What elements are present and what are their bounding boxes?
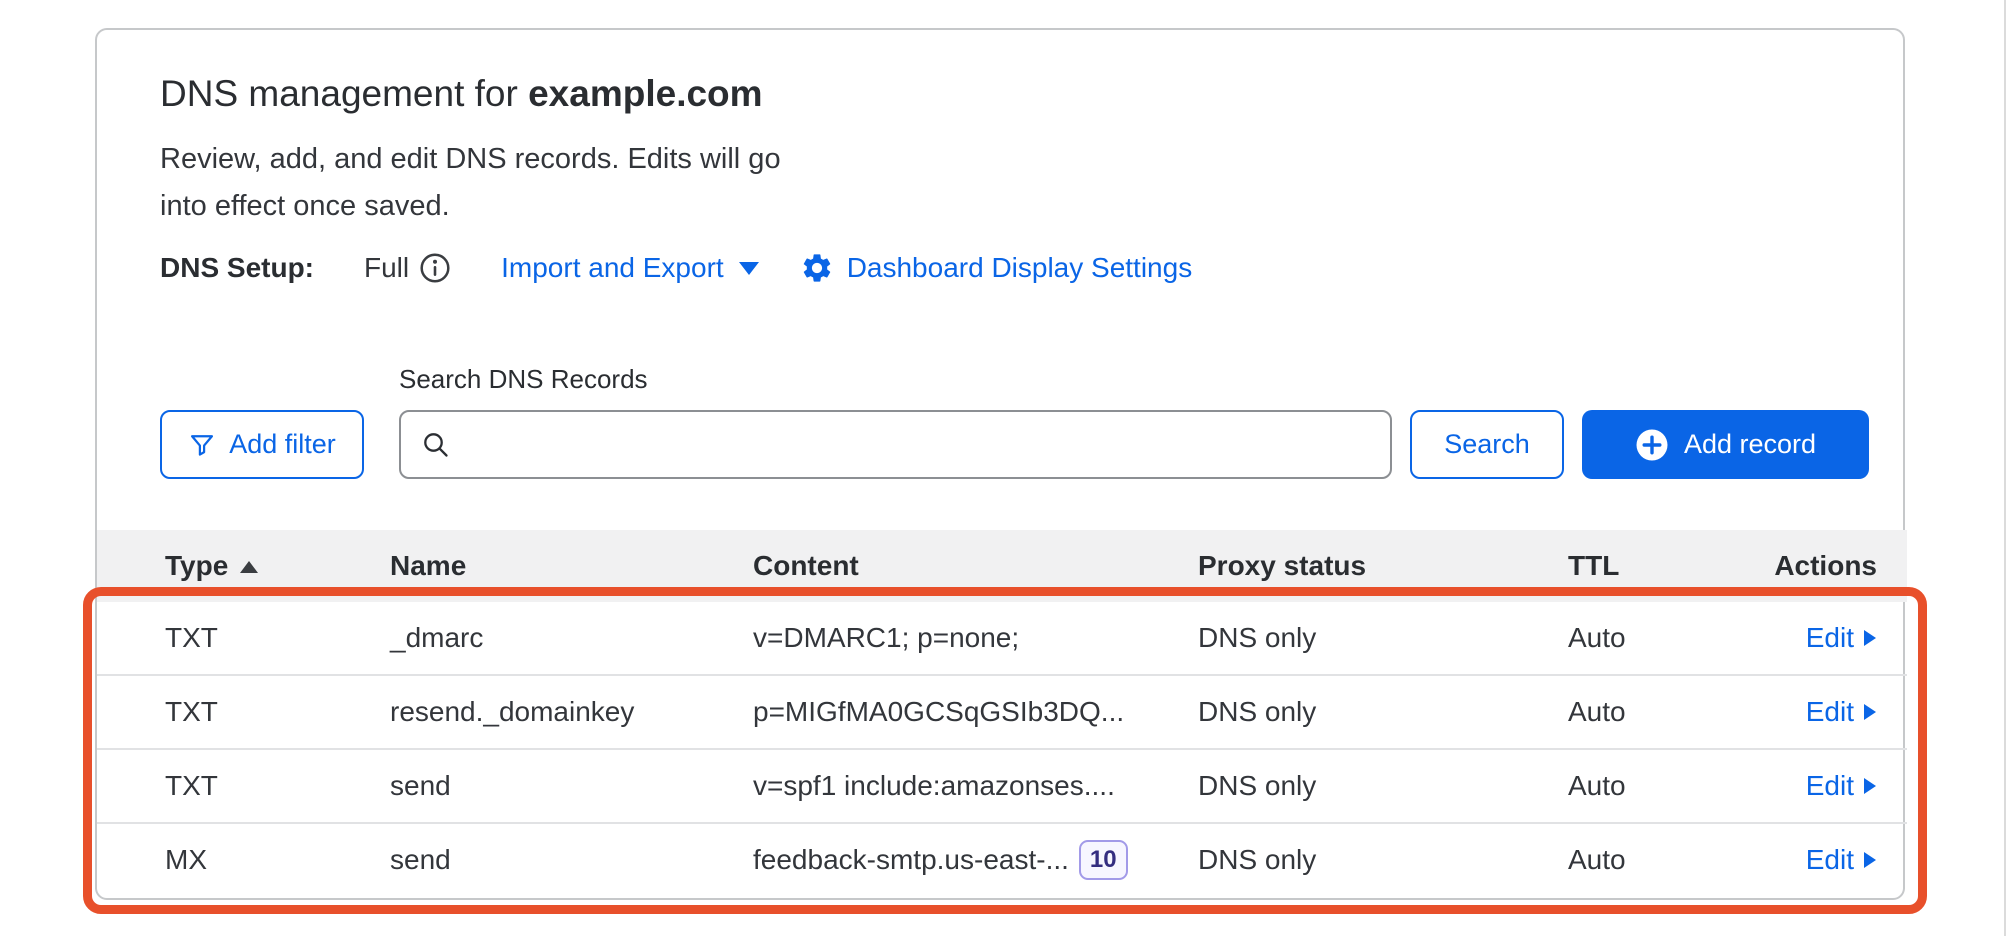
search-button-label: Search: [1444, 429, 1530, 460]
cell-type: TXT: [165, 602, 218, 674]
chevron-down-icon: [738, 261, 760, 276]
column-header-name: Name: [390, 530, 466, 602]
magnifier-icon: [421, 430, 451, 460]
arrowhead-right-icon: [1863, 629, 1877, 647]
column-header-ttl: TTL: [1568, 530, 1619, 602]
content-text: p=MIGfMA0GCSqGSIb3DQ...: [753, 676, 1124, 748]
add-record-button[interactable]: Add record: [1582, 410, 1869, 479]
sort-ascending-icon: [240, 561, 258, 573]
dns-setup-label: DNS Setup:: [160, 252, 314, 284]
dns-management-card: DNS management for example.com Review, a…: [95, 28, 1905, 900]
cell-name: _dmarc: [390, 602, 483, 674]
edit-record-link[interactable]: Edit: [1806, 622, 1877, 654]
cell-proxy-status: DNS only: [1198, 602, 1316, 674]
edit-label: Edit: [1806, 770, 1854, 802]
content-text: v=spf1 include:amazonses....: [753, 750, 1115, 822]
edit-label: Edit: [1806, 622, 1854, 654]
cell-proxy-status: DNS only: [1198, 750, 1316, 822]
cell-type: MX: [165, 824, 207, 896]
content-text: feedback-smtp.us-east-...: [753, 824, 1069, 896]
dns-setup-value: Full: [364, 252, 409, 284]
search-records-label: Search DNS Records: [399, 364, 648, 395]
edit-record-link[interactable]: Edit: [1806, 770, 1877, 802]
cell-proxy-status: DNS only: [1198, 824, 1316, 896]
edit-record-link[interactable]: Edit: [1806, 696, 1877, 728]
add-filter-label: Add filter: [229, 429, 336, 460]
page-subtitle: Review, add, and edit DNS records. Edits…: [160, 136, 832, 230]
add-filter-button[interactable]: Add filter: [160, 410, 364, 479]
priority-badge: 10: [1079, 840, 1128, 880]
table-row: TXT resend._domainkey p=MIGfMA0GCSqGSIb3…: [97, 676, 1907, 750]
cell-content: v=DMARC1; p=none;: [753, 602, 1019, 674]
cell-ttl: Auto: [1568, 676, 1626, 748]
arrowhead-right-icon: [1863, 851, 1877, 869]
import-export-button[interactable]: Import and Export: [501, 252, 760, 284]
info-circle-icon[interactable]: [419, 252, 451, 284]
cell-ttl: Auto: [1568, 750, 1626, 822]
content-text: v=DMARC1; p=none;: [753, 602, 1019, 674]
gear-icon: [800, 251, 834, 285]
table-row: TXT _dmarc v=DMARC1; p=none; DNS only Au…: [97, 602, 1907, 676]
cell-name: send: [390, 824, 451, 896]
search-input[interactable]: [465, 415, 1390, 474]
cell-content: p=MIGfMA0GCSqGSIb3DQ...: [753, 676, 1124, 748]
cell-type: TXT: [165, 676, 218, 748]
edit-record-link[interactable]: Edit: [1806, 844, 1877, 876]
page-edge-divider: [2004, 0, 2006, 936]
plus-circle-icon: [1635, 428, 1669, 462]
dashboard-display-settings-label: Dashboard Display Settings: [847, 252, 1193, 284]
edit-label: Edit: [1806, 696, 1854, 728]
table-header: Type Name Content Proxy status TTL Actio…: [97, 530, 1907, 602]
column-header-type[interactable]: Type: [165, 530, 258, 602]
table-row: TXT send v=spf1 include:amazonses.... DN…: [97, 750, 1907, 824]
funnel-icon: [188, 431, 216, 459]
cell-content: v=spf1 include:amazonses....: [753, 750, 1115, 822]
cell-name: resend._domainkey: [390, 676, 634, 748]
edit-label: Edit: [1806, 844, 1854, 876]
cell-content: feedback-smtp.us-east-...10: [753, 824, 1128, 896]
cell-proxy-status: DNS only: [1198, 676, 1316, 748]
table-row: MX send feedback-smtp.us-east-...10 DNS …: [97, 824, 1907, 898]
import-export-label: Import and Export: [501, 252, 724, 284]
cell-type: TXT: [165, 750, 218, 822]
column-header-content: Content: [753, 530, 859, 602]
add-record-label: Add record: [1684, 429, 1816, 460]
page-title: DNS management for example.com: [160, 70, 763, 118]
dns-setup-row: DNS Setup: Full Import and Export Dashbo…: [160, 249, 1192, 287]
table-body: TXT _dmarc v=DMARC1; p=none; DNS only Au…: [97, 602, 1907, 898]
cell-ttl: Auto: [1568, 602, 1626, 674]
cell-name: send: [390, 750, 451, 822]
cell-ttl: Auto: [1568, 824, 1626, 896]
domain-name: example.com: [528, 73, 762, 114]
column-header-proxy-status: Proxy status: [1198, 530, 1366, 602]
arrowhead-right-icon: [1863, 703, 1877, 721]
column-header-actions: Actions: [1774, 530, 1877, 602]
dashboard-display-settings-link[interactable]: Dashboard Display Settings: [800, 251, 1193, 285]
arrowhead-right-icon: [1863, 777, 1877, 795]
search-button[interactable]: Search: [1410, 410, 1564, 479]
search-input-wrapper: [399, 410, 1392, 479]
